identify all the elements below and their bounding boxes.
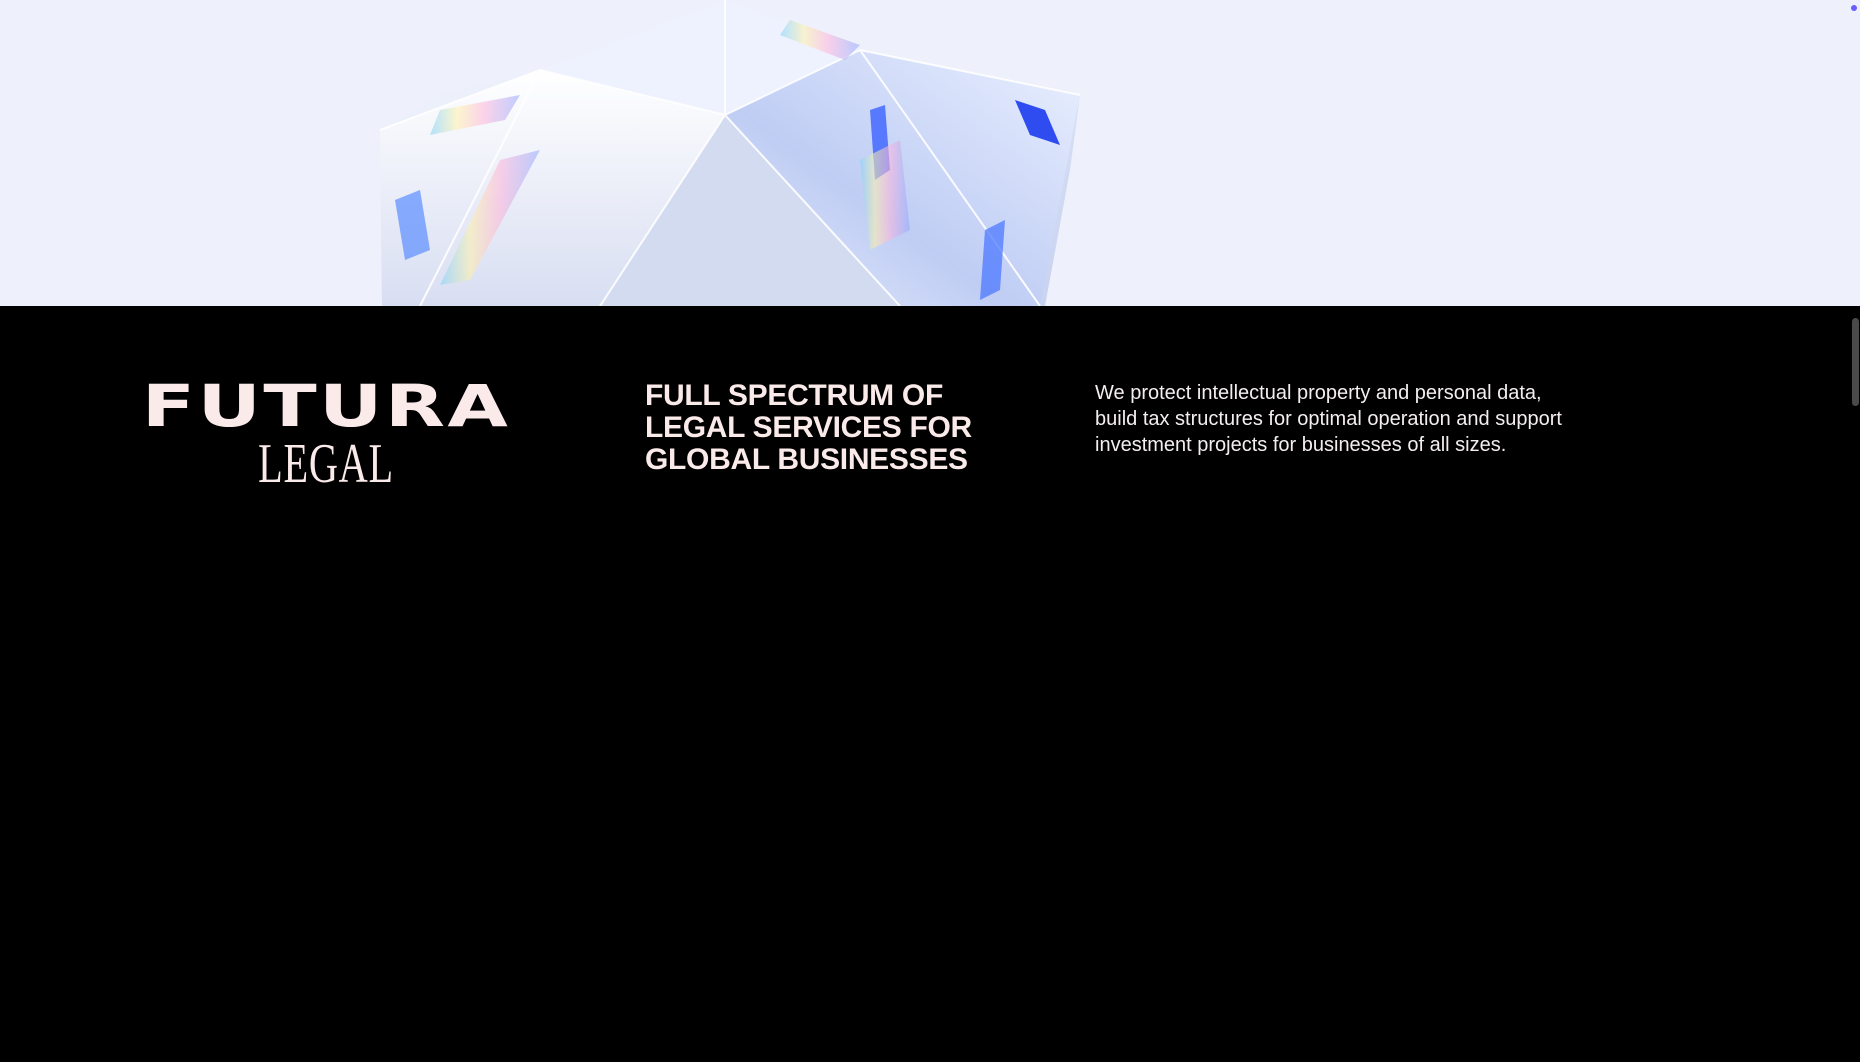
logo-wordmark-top: FUTURA bbox=[141, 373, 511, 441]
services-tagline: FULL SPECTRUM OF LEGAL SERVICES FOR GLOB… bbox=[645, 379, 972, 476]
crystal-image bbox=[379, 0, 1081, 306]
indicator-dot bbox=[1851, 5, 1857, 11]
scrollbar-thumb[interactable] bbox=[1852, 318, 1859, 406]
footer-section: FUTURA LEGAL FULL SPECTRUM OF LEGAL SERV… bbox=[0, 306, 1860, 1062]
company-description: We protect intellectual property and per… bbox=[1095, 382, 1562, 456]
brand-logo[interactable]: FUTURA LEGAL bbox=[132, 378, 520, 495]
logo-wordmark-bottom: LEGAL bbox=[258, 433, 394, 495]
scrollbar[interactable] bbox=[1851, 306, 1860, 1062]
hero-section bbox=[0, 0, 1860, 306]
